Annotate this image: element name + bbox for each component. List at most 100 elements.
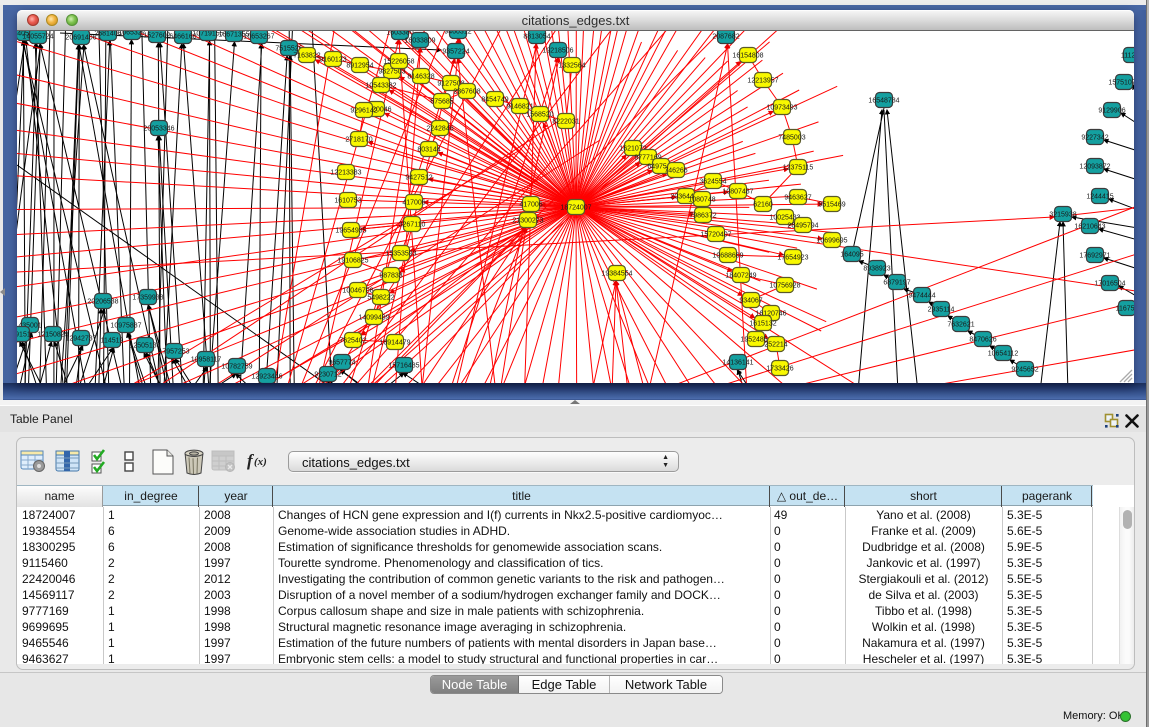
svg-text:2242846: 2242846 (426, 126, 453, 133)
svg-text:10653267: 10653267 (243, 34, 274, 41)
svg-text:19384554: 19384554 (601, 271, 632, 278)
svg-text:(x): (x) (254, 456, 267, 468)
svg-text:10699695: 10699695 (816, 238, 847, 245)
svg-text:8146328: 8146328 (407, 74, 434, 81)
svg-text:1610753: 1610753 (334, 198, 361, 205)
svg-text:9427512: 9427512 (405, 175, 432, 182)
svg-text:17692971: 17692971 (1079, 253, 1110, 260)
svg-text:17359938: 17359938 (132, 295, 163, 302)
svg-text:417006: 417006 (402, 200, 425, 207)
svg-text:114519: 114519 (101, 338, 124, 345)
svg-text:9230712: 9230712 (314, 372, 341, 379)
svg-text:12213957: 12213957 (747, 78, 778, 85)
svg-text:12150829: 12150829 (37, 332, 68, 339)
svg-text:28495794: 28495794 (787, 223, 818, 230)
svg-text:12375115: 12375115 (783, 165, 814, 172)
svg-text:19106825: 19106825 (337, 258, 368, 265)
svg-text:987833: 987833 (379, 273, 402, 280)
svg-text:10756928: 10756928 (769, 283, 800, 290)
svg-text:1080748: 1080748 (688, 197, 715, 204)
svg-text:14099489: 14099489 (358, 315, 389, 322)
svg-text:15226058: 15226058 (383, 59, 414, 66)
svg-text:12923446: 12923446 (251, 374, 282, 381)
svg-text:746266: 746266 (664, 168, 687, 175)
svg-text:111203: 111203 (1121, 53, 1134, 60)
svg-text:6879197: 6879197 (883, 280, 910, 287)
svg-text:15751074: 15751074 (1108, 80, 1134, 87)
svg-text:9657774: 9657774 (328, 360, 355, 367)
svg-text:19218506: 19218506 (542, 48, 573, 55)
svg-text:2718170: 2718170 (345, 137, 372, 144)
svg-text:1568520: 1568520 (526, 112, 553, 119)
svg-text:15716485: 15716485 (388, 363, 419, 370)
svg-text:14136141: 14136141 (722, 360, 753, 367)
svg-text:1733426: 1733426 (766, 366, 793, 373)
svg-text:12505135: 12505135 (129, 343, 160, 350)
svg-text:1332564: 1332564 (558, 63, 585, 70)
svg-text:116753: 116753 (1116, 306, 1134, 313)
svg-text:7632621: 7632621 (947, 322, 974, 329)
svg-text:417006: 417006 (519, 202, 542, 209)
svg-text:7625402: 7625402 (339, 338, 366, 345)
svg-text:18724007: 18724007 (560, 205, 591, 212)
svg-text:10973493: 10973493 (766, 105, 797, 112)
svg-text:10654112: 10654112 (988, 351, 1019, 358)
svg-text:10782759: 10782759 (221, 364, 252, 371)
svg-text:15353593: 15353593 (385, 251, 416, 258)
svg-text:2087682: 2087682 (712, 34, 739, 41)
svg-text:39151: 39151 (17, 332, 31, 339)
svg-text:8938923: 8938923 (863, 266, 890, 273)
svg-text:10543382: 10543382 (365, 83, 396, 90)
svg-text:8813054: 8813054 (523, 34, 550, 41)
svg-text:17654923: 17654923 (777, 255, 808, 262)
svg-text:1527602: 1527602 (143, 33, 170, 40)
svg-text:16914479: 16914479 (379, 340, 410, 347)
svg-text:7485003: 7485003 (778, 135, 805, 142)
svg-text:10688609: 10688609 (712, 253, 743, 260)
svg-text:12093872: 12093872 (1079, 164, 1110, 171)
svg-text:21300273: 21300273 (512, 218, 543, 225)
svg-text:3267110: 3267110 (399, 222, 426, 229)
svg-text:9245652: 9245652 (1011, 367, 1038, 374)
svg-text:16548784: 16548784 (868, 98, 899, 105)
svg-text:252214: 252214 (764, 342, 787, 349)
svg-text:9515469: 9515469 (818, 202, 845, 209)
svg-text:9227342: 9227342 (1081, 135, 1108, 142)
svg-text:3624554: 3624554 (699, 179, 726, 186)
svg-text:62160: 62160 (753, 202, 773, 209)
svg-text:1603380: 1603380 (386, 31, 413, 37)
svg-text:16210643: 16210643 (1074, 224, 1105, 231)
svg-text:7986372: 7986372 (689, 213, 716, 220)
svg-text:1065327: 1065327 (118, 31, 145, 37)
svg-text:1244415: 1244415 (1086, 194, 1113, 201)
svg-text:164095: 164095 (840, 252, 863, 259)
svg-text:12942737: 12942737 (65, 336, 96, 343)
svg-text:10958117: 10958117 (191, 357, 222, 364)
svg-text:803144: 803144 (417, 147, 440, 154)
svg-text:7163822: 7163822 (293, 53, 320, 60)
svg-text:5498222: 5498222 (367, 295, 394, 302)
svg-text:20053346: 20053346 (143, 126, 174, 133)
svg-text:9474444: 9474444 (908, 293, 935, 300)
svg-text:10807487: 10807487 (722, 189, 753, 196)
svg-text:9357224: 9357224 (442, 49, 469, 56)
svg-text:9460312: 9460312 (444, 31, 471, 36)
svg-text:19654935: 19654935 (335, 228, 366, 235)
svg-text:9160123: 9160123 (319, 57, 346, 64)
svg-text:675685: 675685 (430, 99, 453, 106)
svg-text:17016504: 17016504 (1094, 281, 1125, 288)
svg-text:8470626: 8470626 (969, 337, 996, 344)
svg-text:8454749: 8454749 (481, 97, 508, 104)
svg-text:15720407: 15720407 (700, 232, 731, 239)
svg-text:10046708: 10046708 (342, 288, 373, 295)
svg-text:16033809: 16033809 (404, 38, 435, 45)
svg-text:8912954: 8912954 (346, 63, 373, 70)
svg-text:9463627: 9463627 (784, 195, 811, 202)
svg-text:1615132: 1615132 (749, 321, 776, 328)
svg-text:18407249: 18407249 (725, 273, 756, 280)
svg-text:9296142: 9296142 (350, 108, 377, 115)
svg-text:17957253: 17957253 (158, 349, 189, 356)
svg-text:2935114: 2935114 (928, 307, 955, 314)
svg-text:9827503: 9827503 (378, 69, 405, 76)
svg-text:20206538: 20206538 (87, 299, 118, 306)
